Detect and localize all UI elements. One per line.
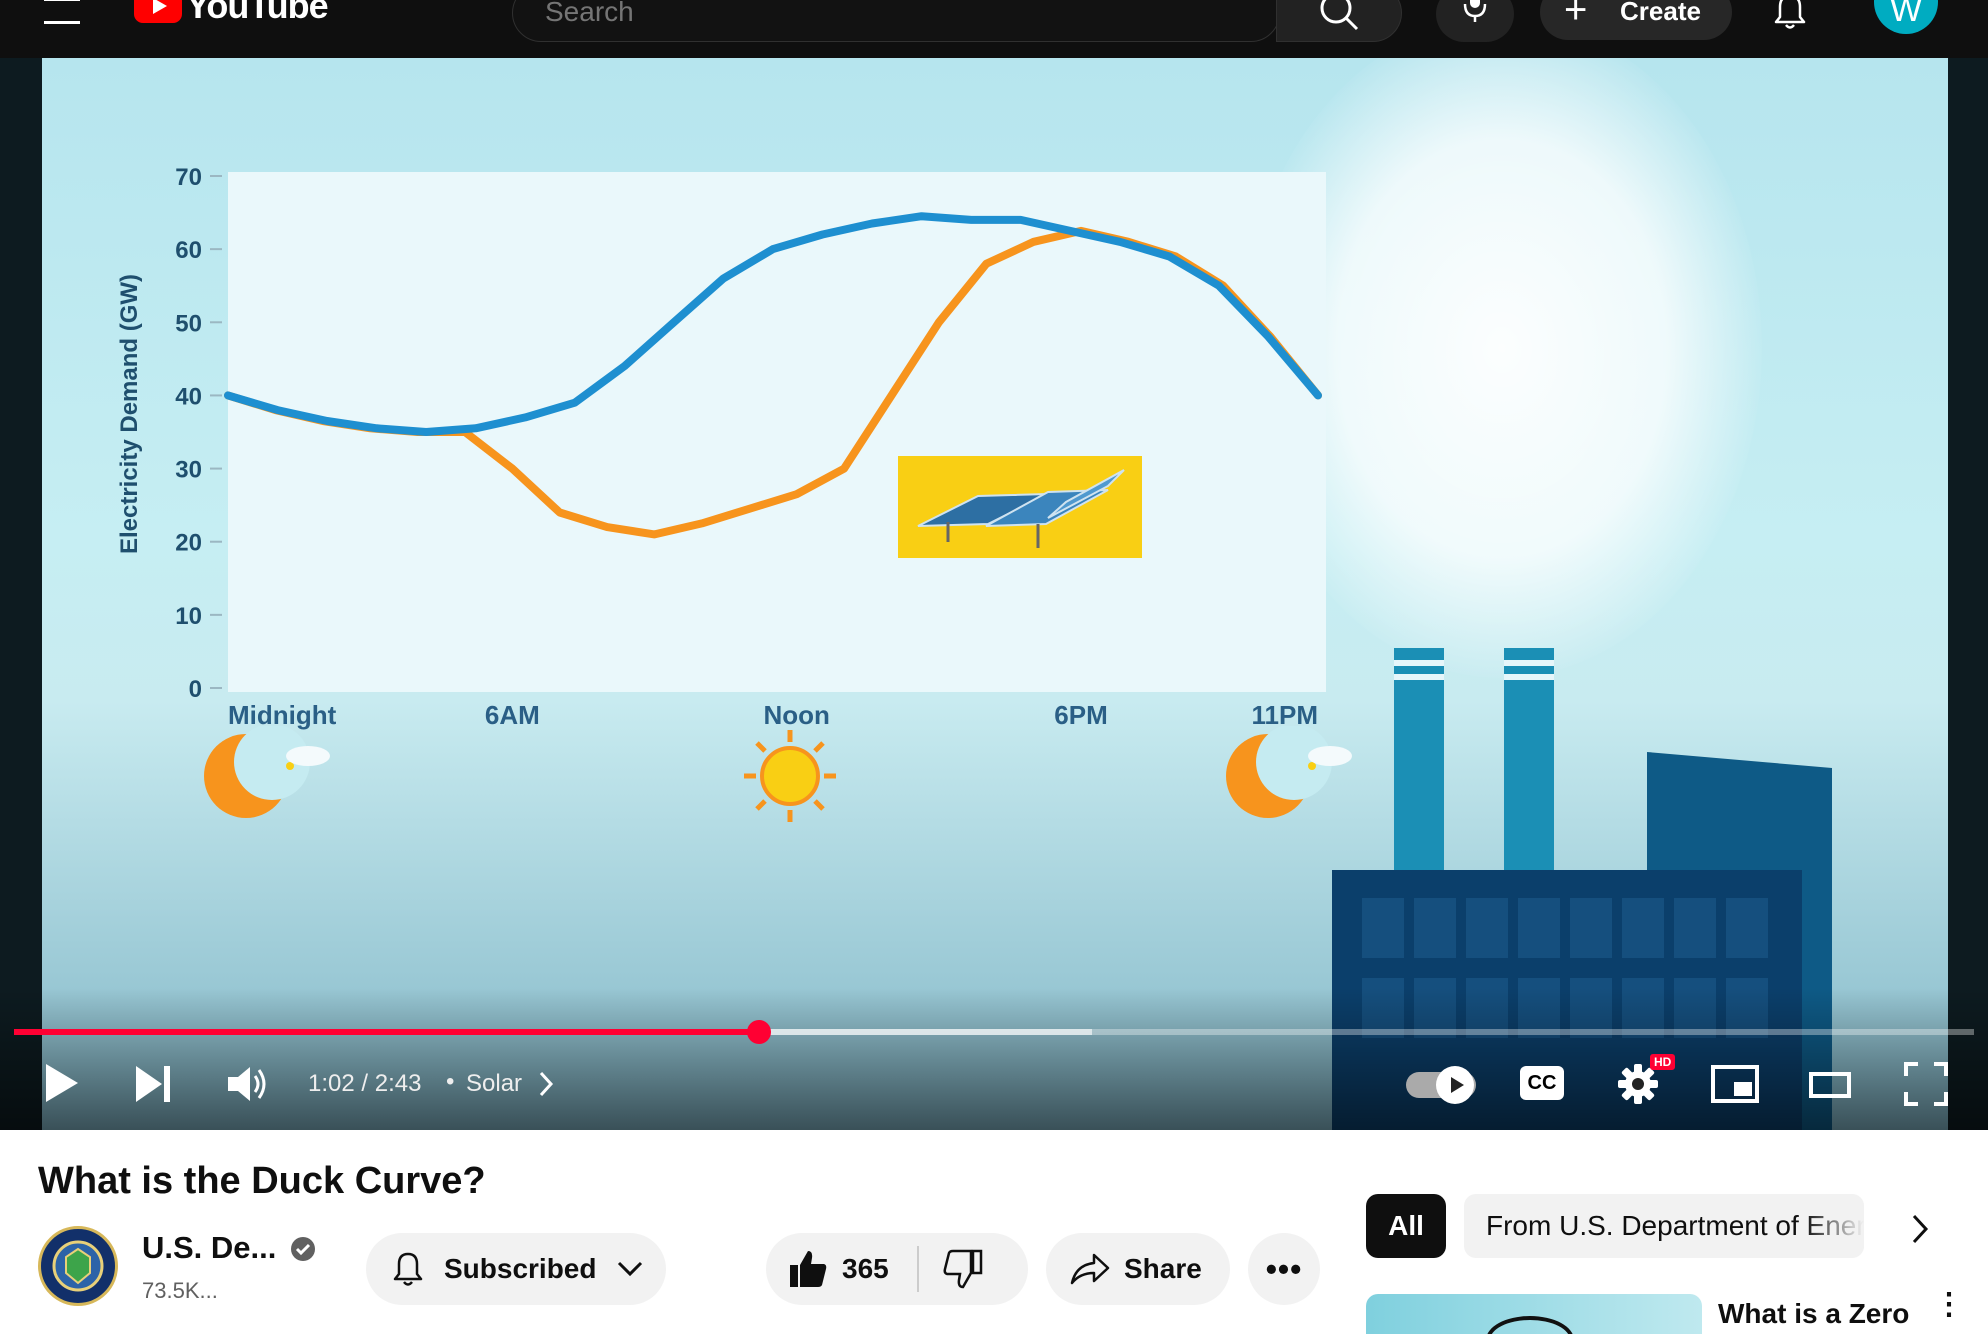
subscribed-label: Subscribed [444, 1253, 597, 1284]
net-demand-line [224, 226, 1322, 539]
chevron-down-icon [618, 1261, 643, 1277]
y-axis-label: Electricity Demand (GW) [116, 273, 143, 555]
share-button[interactable]: Share [1046, 1233, 1230, 1305]
cc-label: CC [1527, 1072, 1557, 1094]
bell-icon [393, 1252, 423, 1286]
next-video-title[interactable]: What is a Zero [1718, 1298, 1909, 1330]
share-label: Share [1124, 1253, 1202, 1284]
y-tick-label: 50 [175, 310, 202, 337]
moon-icon [204, 726, 330, 818]
video-frame: 70 60 50 40 30 20 10 0 Midnight 6AM Noon 6PM 11PM E… [42, 58, 1948, 1130]
chevron-right-icon[interactable] [1908, 1212, 1932, 1246]
seal-icon [52, 1240, 104, 1292]
channel-name[interactable]: U.S. De... [142, 1230, 276, 1266]
subscriber-count: 73.5K... [142, 1278, 218, 1303]
time-display: 1:02 / 2:43 [308, 1070, 422, 1097]
y-tick-label: 0 [189, 676, 202, 703]
like-count[interactable]: 365 [842, 1253, 889, 1285]
progress-bar[interactable] [14, 1020, 1974, 1044]
hd-label: HD [1654, 1055, 1672, 1069]
next-video-thumbnail[interactable] [1366, 1294, 1702, 1334]
like-divider [916, 1246, 919, 1292]
chapter-label[interactable]: Solar [466, 1070, 522, 1098]
subscribed-button[interactable]: Subscribed [366, 1233, 666, 1305]
fullscreen-icon[interactable] [1904, 1062, 1948, 1106]
verified-icon [291, 1237, 315, 1261]
demand-line [224, 212, 1322, 436]
played-bar [14, 1029, 759, 1035]
play-icon[interactable] [42, 1062, 82, 1104]
logo-text: YouTube [186, 0, 329, 26]
chapter-separator: • [446, 1068, 455, 1095]
thumbs-up-icon[interactable] [788, 1249, 828, 1289]
video-title: What is the Duck Curve? [38, 1160, 486, 1202]
solar-panel-illustration [898, 456, 1142, 558]
create-button[interactable]: + Create [1540, 0, 1732, 40]
y-tick-label: 70 [175, 164, 202, 191]
microphone-icon [1463, 0, 1487, 22]
youtube-logo[interactable]: YouTube [134, 0, 329, 26]
y-tick-label: 40 [175, 383, 202, 410]
chevron-right-icon[interactable] [536, 1070, 556, 1098]
kebab-menu-icon[interactable]: ⋮ [1934, 1290, 1964, 1320]
y-tick-label: 20 [175, 530, 202, 557]
volume-icon[interactable] [226, 1064, 270, 1104]
theater-mode-icon[interactable] [1808, 1070, 1852, 1100]
share-icon [1070, 1253, 1110, 1285]
search-icon [1320, 0, 1359, 31]
channel-avatar[interactable] [38, 1226, 118, 1306]
sun-icon [744, 730, 836, 822]
next-icon[interactable] [134, 1064, 174, 1104]
create-label: Create [1620, 0, 1701, 26]
search-input[interactable] [543, 0, 1197, 31]
avatar-letter: W [1889, 0, 1923, 29]
y-tick-label: 30 [175, 457, 202, 484]
voice-search-button[interactable] [1436, 0, 1514, 42]
more-horizontal-icon: ••• [1265, 1250, 1303, 1287]
notifications-icon[interactable] [1768, 0, 1812, 36]
y-tick-label: 60 [175, 237, 202, 264]
more-actions-button[interactable]: ••• [1248, 1233, 1320, 1305]
search-box[interactable] [512, 0, 1280, 42]
video-details: What is the Duck Curve? U.S. De... 73.5K… [0, 1130, 1988, 1334]
controls-gradient [0, 988, 1988, 1130]
chip-all[interactable]: All [1366, 1194, 1446, 1258]
like-dislike-group: 365 [766, 1233, 1028, 1305]
miniplayer-icon[interactable] [1710, 1064, 1760, 1104]
scrubber-handle[interactable] [746, 1020, 771, 1044]
thumbs-down-icon[interactable] [943, 1249, 983, 1289]
menu-icon[interactable] [40, 0, 84, 24]
chip-channel[interactable]: From U.S. Department of Ener [1464, 1194, 1864, 1258]
hd-badge: HD [1650, 1054, 1676, 1070]
x-tick-label: 6PM [1054, 700, 1107, 730]
x-tick-label: 6AM [485, 700, 540, 730]
search-button[interactable] [1276, 0, 1402, 42]
captions-button[interactable]: CC [1520, 1066, 1564, 1100]
chip-all-label: All [1388, 1210, 1424, 1241]
autoplay-toggle[interactable] [1406, 1066, 1476, 1104]
y-tick-label: 10 [175, 603, 202, 630]
avatar[interactable]: W [1874, 0, 1938, 34]
autoplay-knob [1436, 1066, 1474, 1104]
top-bar: YouTube + Create W [0, 0, 1988, 58]
youtube-play-icon [134, 0, 182, 23]
plus-icon: + [1564, 0, 1588, 32]
video-player[interactable]: 70 60 50 40 30 20 10 0 Midnight 6AM Noon 6PM 11PM E… [0, 58, 1988, 1130]
